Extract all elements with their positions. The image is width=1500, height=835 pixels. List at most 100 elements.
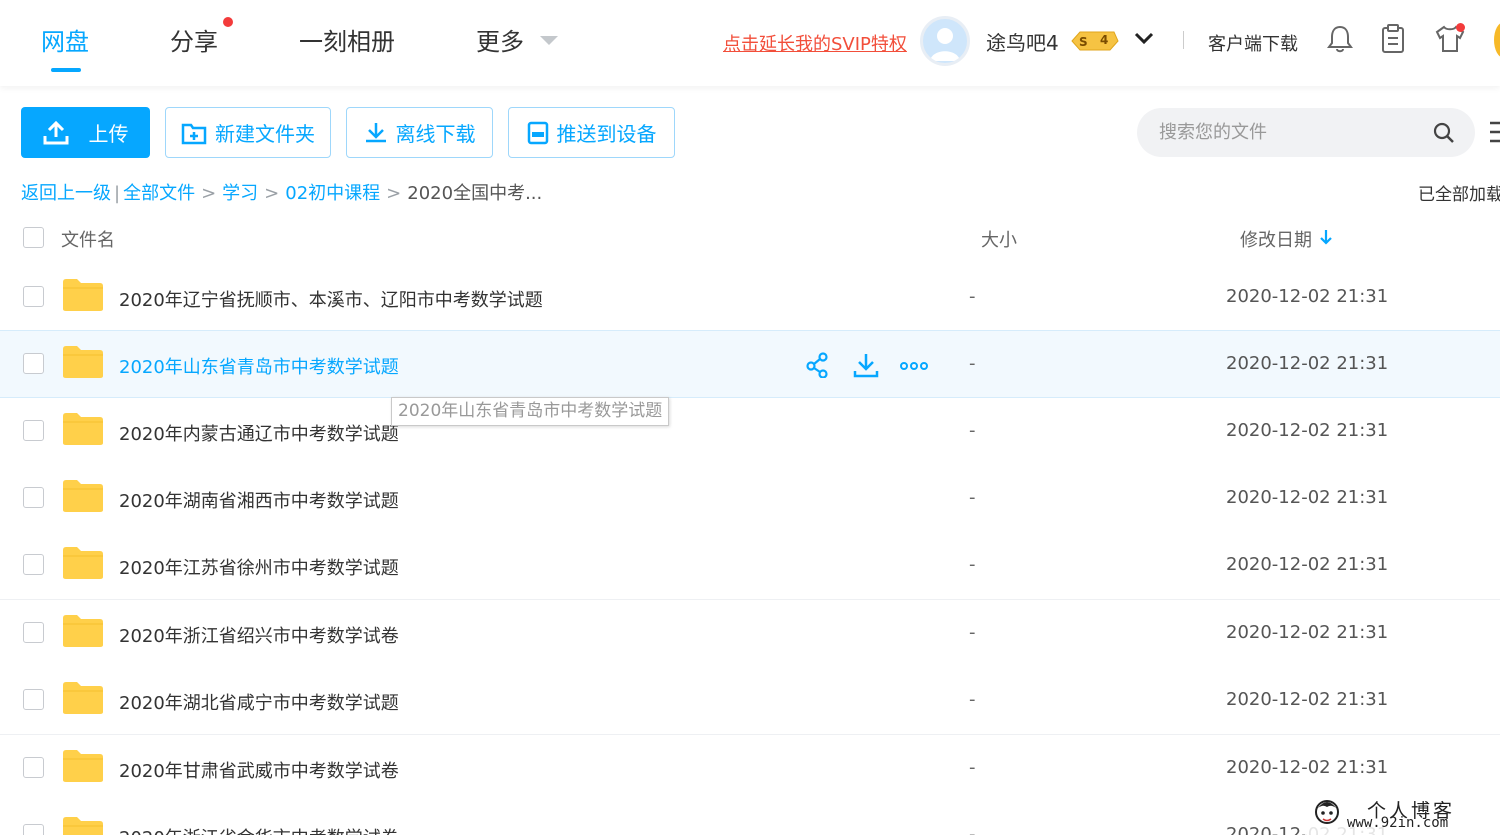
file-name[interactable]: 2020年甘肃省武威市中考数学试卷 xyxy=(119,757,399,783)
file-name[interactable]: 2020年湖北省咸宁市中考数学试题 xyxy=(119,689,399,715)
folder-icon xyxy=(63,480,103,512)
breadcrumb: 返回上一级 | 全部文件 > 学习 >02初中课程 >2020全国中考... xyxy=(21,179,542,205)
file-size: - xyxy=(969,622,976,643)
file-size: - xyxy=(969,420,976,441)
tab-more-label: 更多 xyxy=(476,28,524,56)
file-date: 2020-12-02 21:31 xyxy=(1226,420,1389,441)
table-row[interactable]: 2020年山东省青岛市中考数学试题 - 2020-12-02 21:31 xyxy=(0,330,1500,398)
upload-button[interactable]: 上传 xyxy=(21,107,150,158)
top-nav-bar: 网盘 分享 一刻相册 更多 点击延长我的SVIP特权 途鸟吧4 S 4 客户端下… xyxy=(0,0,1500,86)
file-date: 2020-12-02 21:31 xyxy=(1226,487,1389,508)
offline-download-button[interactable]: 离线下载 xyxy=(346,107,493,158)
table-row[interactable]: 2020年甘肃省武威市中考数学试卷 - 2020-12-02 21:31 xyxy=(0,735,1500,803)
client-download-link[interactable]: 客户端下载 xyxy=(1208,30,1298,56)
file-list-header: 文件名 大小 修改日期 xyxy=(0,214,1500,265)
tab-moment-album[interactable]: 一刻相册 xyxy=(299,22,395,57)
svip-renew-link[interactable]: 点击延长我的SVIP特权 xyxy=(723,30,907,56)
column-header-size[interactable]: 大小 xyxy=(981,226,1017,252)
table-row[interactable]: 2020年内蒙古通辽市中考数学试题 - 2020-12-02 21:31 xyxy=(0,398,1500,466)
column-header-date[interactable]: 修改日期 xyxy=(1240,226,1312,252)
file-date: 2020-12-02 21:31 xyxy=(1226,622,1389,643)
file-size: - xyxy=(969,554,976,575)
username[interactable]: 途鸟吧4 xyxy=(986,27,1059,56)
row-checkbox[interactable] xyxy=(23,554,44,575)
clipboard-icon[interactable] xyxy=(1379,24,1407,54)
list-view-icon[interactable] xyxy=(1490,120,1500,144)
file-name[interactable]: 2020年江苏省徐州市中考数学试题 xyxy=(119,554,399,580)
folder-icon xyxy=(63,346,103,378)
bell-icon[interactable] xyxy=(1326,24,1354,54)
row-checkbox[interactable] xyxy=(23,286,44,307)
folder-icon xyxy=(63,279,103,311)
folder-icon xyxy=(63,817,103,835)
file-name[interactable]: 2020年山东省青岛市中考数学试题 xyxy=(119,353,399,379)
row-checkbox[interactable] xyxy=(23,757,44,778)
breadcrumb-study[interactable]: 学习 xyxy=(222,183,258,204)
breadcrumb-separator: > xyxy=(264,183,280,204)
file-date: 2020-12-02 21:31 xyxy=(1226,353,1389,374)
caret-down-icon xyxy=(540,36,558,45)
folder-icon xyxy=(63,682,103,714)
tab-share[interactable]: 分享 xyxy=(170,22,218,57)
chevron-down-icon[interactable] xyxy=(1133,30,1155,46)
file-name[interactable]: 2020年辽宁省抚顺市、本溪市、辽阳市中考数学试题 xyxy=(119,286,543,312)
file-size: - xyxy=(969,487,976,508)
search-input[interactable] xyxy=(1137,108,1475,157)
download-icon[interactable] xyxy=(853,352,879,378)
row-checkbox[interactable] xyxy=(23,420,44,441)
file-name[interactable]: 2020年浙江省金华市中考数学试卷 xyxy=(119,824,399,835)
new-folder-button[interactable]: 新建文件夹 xyxy=(165,107,331,158)
file-size: - xyxy=(969,353,976,374)
nav-divider xyxy=(1183,31,1184,49)
new-folder-label: 新建文件夹 xyxy=(215,122,315,146)
file-size: - xyxy=(969,689,976,710)
breadcrumb-junior-courses[interactable]: 02初中课程 xyxy=(285,183,380,204)
breadcrumb-separator: > xyxy=(201,183,217,204)
svip-level-number: 4 xyxy=(1100,33,1109,47)
file-name[interactable]: 2020年内蒙古通辽市中考数学试题 xyxy=(119,420,399,446)
sort-desc-arrow-icon[interactable] xyxy=(1318,228,1334,246)
user-silhouette-icon xyxy=(930,28,960,61)
table-row[interactable]: 2020年湖南省湘西市中考数学试题 - 2020-12-02 21:31 xyxy=(0,465,1500,533)
breadcrumb-divider: | xyxy=(114,183,121,204)
push-to-device-button[interactable]: 推送到设备 xyxy=(508,107,675,158)
search-icon[interactable] xyxy=(1432,121,1456,145)
table-row[interactable]: 2020年江苏省徐州市中考数学试题 - 2020-12-02 21:31 xyxy=(0,532,1500,600)
member-center-icon[interactable] xyxy=(1494,22,1500,58)
row-checkbox[interactable] xyxy=(23,622,44,643)
back-link[interactable]: 返回上一级 xyxy=(21,183,111,204)
more-options-icon[interactable] xyxy=(900,361,928,371)
share-icon[interactable] xyxy=(805,352,831,378)
select-all-checkbox[interactable] xyxy=(23,227,44,248)
column-header-name[interactable]: 文件名 xyxy=(61,226,115,252)
table-row[interactable]: 2020年湖北省咸宁市中考数学试题 - 2020-12-02 21:31 xyxy=(0,667,1500,735)
svip-level-badge[interactable]: S 4 xyxy=(1070,30,1120,56)
offline-download-label: 离线下载 xyxy=(395,122,476,146)
watermark-url: www.92in.com xyxy=(1347,815,1449,831)
file-size: - xyxy=(969,824,976,835)
load-status: 已全部加载 xyxy=(1418,185,1500,205)
row-checkbox[interactable] xyxy=(23,689,44,710)
tab-netdisk-label: 网盘 xyxy=(41,28,89,56)
file-name[interactable]: 2020年浙江省绍兴市中考数学试卷 xyxy=(119,622,399,648)
tab-more[interactable]: 更多 xyxy=(476,22,558,57)
file-name-tooltip: 2020年山东省青岛市中考数学试题 xyxy=(391,397,670,426)
folder-icon xyxy=(63,413,103,445)
table-row[interactable]: 2020年浙江省绍兴市中考数学试卷 - 2020-12-02 21:31 xyxy=(0,600,1500,668)
tshirt-notification-dot xyxy=(1456,23,1465,32)
device-icon xyxy=(527,121,548,144)
table-row[interactable]: 2020年辽宁省抚顺市、本溪市、辽阳市中考数学试题 - 2020-12-02 2… xyxy=(0,264,1500,332)
breadcrumb-all-files[interactable]: 全部文件 xyxy=(123,183,195,204)
share-notification-dot xyxy=(223,17,233,27)
tab-netdisk[interactable]: 网盘 xyxy=(41,22,89,72)
site-watermark: 个人博客 www.92in.com xyxy=(1305,796,1500,835)
row-checkbox[interactable] xyxy=(23,824,44,835)
folder-icon xyxy=(63,615,103,647)
avatar[interactable] xyxy=(920,16,970,66)
file-name[interactable]: 2020年湖南省湘西市中考数学试题 xyxy=(119,487,399,513)
table-row[interactable]: 2020年浙江省金华市中考数学试卷 - 2020-12-02 21:31 xyxy=(0,802,1500,835)
tab-share-label: 分享 xyxy=(170,28,218,56)
row-checkbox[interactable] xyxy=(23,353,44,374)
tab-moment-album-label: 一刻相册 xyxy=(299,28,395,56)
row-checkbox[interactable] xyxy=(23,487,44,508)
